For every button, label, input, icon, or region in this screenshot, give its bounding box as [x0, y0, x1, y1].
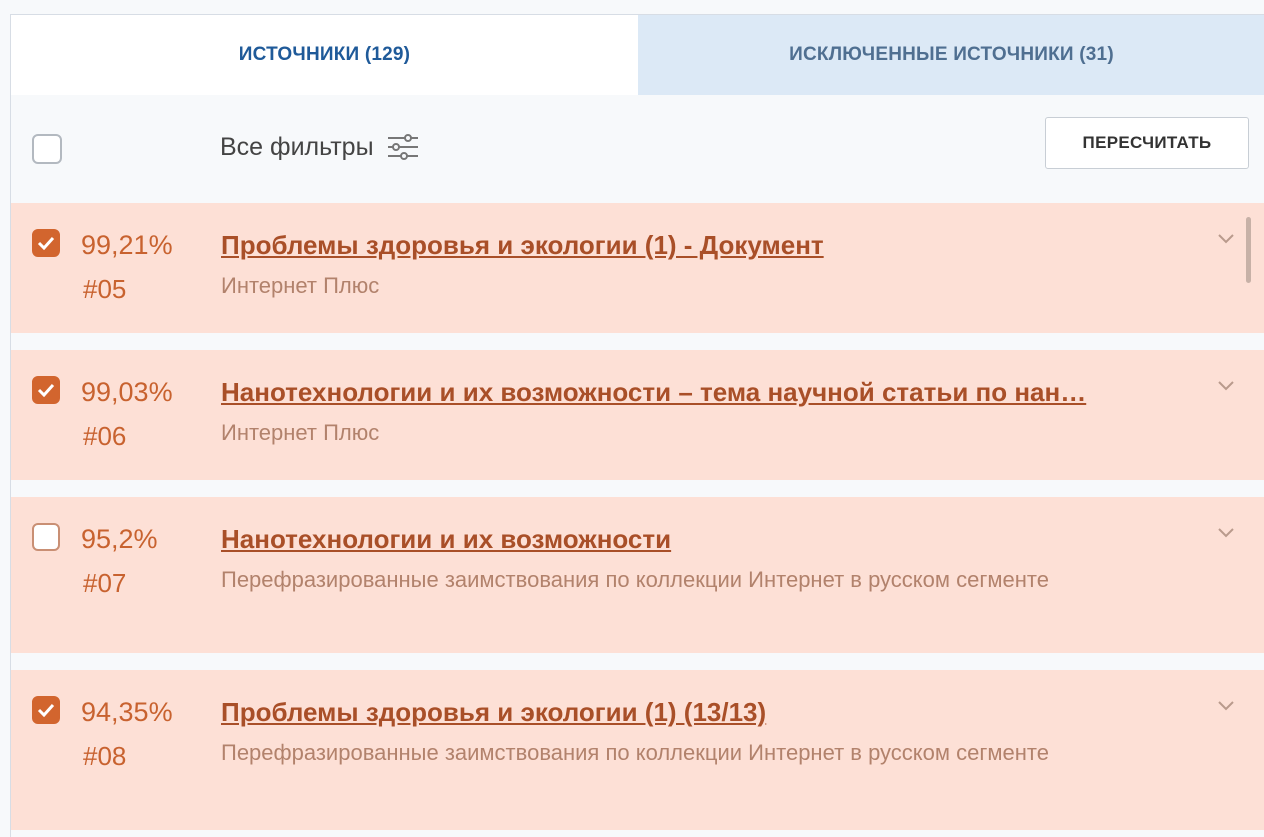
checkmark-icon	[37, 703, 55, 717]
source-row[interactable]: 95,2% #07 Нанотехнологии и их возможност…	[11, 497, 1264, 653]
source-number: #06	[83, 421, 127, 451]
tab-sources[interactable]: ИСТОЧНИКИ (129)	[11, 15, 638, 95]
source-title-link[interactable]: Нанотехнологии и их возможности	[221, 523, 1211, 555]
checkmark-icon	[37, 383, 55, 397]
source-row[interactable]: 99,03% #06 Нанотехнологии и их возможнос…	[11, 350, 1264, 480]
chevron-down-icon[interactable]	[1217, 380, 1235, 392]
source-checkbox[interactable]	[32, 229, 60, 257]
all-filters-button[interactable]: Все фильтры	[220, 127, 420, 167]
source-percent: 99,21%	[81, 230, 173, 260]
chevron-down-icon[interactable]	[1217, 233, 1235, 245]
source-title-link[interactable]: Нанотехнологии и их возможности – тема н…	[221, 376, 1211, 408]
select-all-checkbox[interactable]	[32, 134, 62, 164]
source-collection: Интернет Плюс	[221, 273, 380, 298]
sources-panel: ИСТОЧНИКИ (129) ИСКЛЮЧЕННЫЕ ИСТОЧНИКИ (3…	[10, 14, 1264, 837]
source-checkbox[interactable]	[32, 696, 60, 724]
source-collection: Перефразированные заимствования по колле…	[221, 740, 1049, 765]
source-number: #08	[83, 741, 127, 771]
source-percent: 94,35%	[81, 697, 173, 727]
recalculate-button[interactable]: ПЕРЕСЧИТАТЬ	[1045, 117, 1249, 169]
all-filters-label: Все фильтры	[220, 132, 374, 161]
sliders-icon	[386, 132, 420, 162]
source-number: #05	[83, 274, 127, 304]
source-percent: 95,2%	[81, 524, 158, 554]
source-collection: Интернет Плюс	[221, 420, 380, 445]
source-collection: Перефразированные заимствования по колле…	[221, 567, 1049, 592]
source-checkbox[interactable]	[32, 523, 60, 551]
tab-bar: ИСТОЧНИКИ (129) ИСКЛЮЧЕННЫЕ ИСТОЧНИКИ (3…	[11, 15, 1264, 95]
source-title-link[interactable]: Проблемы здоровья и экологии (1) (13/13)	[221, 696, 1211, 728]
toolbar: Все фильтры ПЕРЕСЧИТАТЬ	[11, 95, 1264, 203]
source-title-link[interactable]: Проблемы здоровья и экологии (1) - Докум…	[221, 229, 1211, 261]
checkmark-icon	[37, 236, 55, 250]
source-checkbox[interactable]	[32, 376, 60, 404]
chevron-down-icon[interactable]	[1217, 700, 1235, 712]
chevron-down-icon[interactable]	[1217, 527, 1235, 539]
source-row[interactable]: 94,35% #08 Проблемы здоровья и экологии …	[11, 670, 1264, 830]
scrollbar-thumb[interactable]	[1246, 217, 1251, 283]
tab-excluded-sources[interactable]: ИСКЛЮЧЕННЫЕ ИСТОЧНИКИ (31)	[638, 15, 1264, 95]
source-number: #07	[83, 568, 127, 598]
source-percent: 99,03%	[81, 377, 173, 407]
source-row[interactable]: 99,21% #05 Проблемы здоровья и экологии …	[11, 203, 1264, 333]
